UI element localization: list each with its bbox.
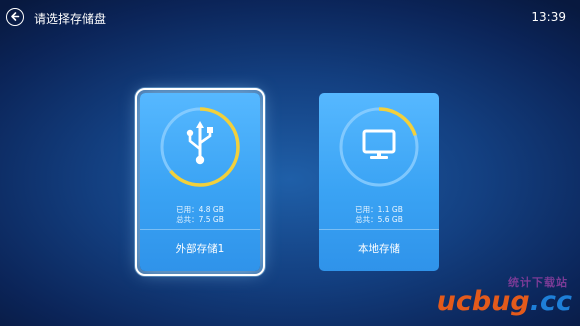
watermark-logo: 统计下载站 ucbug.cc: [392, 274, 572, 322]
card-label: 外部存储1: [175, 243, 225, 255]
monitor-icon: [362, 129, 396, 159]
storage-card-external-1[interactable]: 已用：4.8 GB 总共：7.5 GB 外部存储1: [135, 88, 265, 276]
page-title: 请选择存储盘: [34, 12, 107, 26]
used-space: 已用：4.8 GB: [176, 205, 224, 214]
clock-time: 13:39: [531, 10, 566, 24]
watermark-part2: .cc: [529, 286, 572, 317]
storage-card-local[interactable]: 已用：1.1 GB 总共：5.6 GB 本地存储: [319, 93, 439, 271]
watermark-title: ucbug.cc: [437, 286, 572, 317]
card-divider: [140, 229, 260, 230]
back-icon[interactable]: [6, 8, 24, 26]
used-space: 已用：1.1 GB: [355, 205, 403, 214]
watermark-part1: ucbug: [436, 286, 530, 317]
card-divider: [319, 229, 439, 230]
total-space: 总共：5.6 GB: [355, 215, 403, 224]
usage-info: 已用：4.8 GB 总共：7.5 GB: [140, 205, 260, 225]
usb-icon: [186, 121, 213, 165]
top-bar: 请选择存储盘 13:39: [0, 0, 580, 36]
total-space: 总共：7.5 GB: [176, 215, 224, 224]
card-label: 本地存储: [358, 243, 400, 255]
usage-info: 已用：1.1 GB 总共：5.6 GB: [319, 205, 439, 225]
